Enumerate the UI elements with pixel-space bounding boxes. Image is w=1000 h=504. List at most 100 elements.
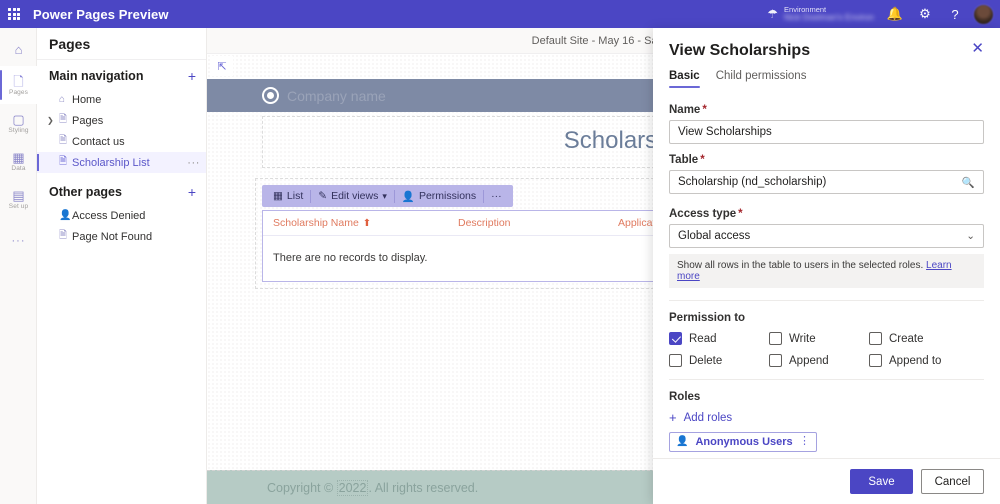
checkbox-write-label: Write bbox=[789, 333, 816, 345]
rail-item-more[interactable]: ··· bbox=[0, 224, 37, 258]
sidebar-item-access-denied[interactable]: 👤 Access Denied bbox=[37, 205, 206, 226]
checkbox-append-label: Append bbox=[789, 355, 829, 367]
sidebar-item-label: Home bbox=[72, 94, 101, 106]
chevron-down-icon[interactable]: ⌄ bbox=[966, 230, 975, 242]
sidebar-item-contact-us[interactable]: 🗎 Contact us bbox=[37, 131, 206, 152]
checkbox-create-box[interactable] bbox=[869, 332, 882, 345]
access-type-select[interactable]: Global access ⌄ bbox=[669, 224, 984, 248]
table-input-value: Scholarship (nd_scholarship) bbox=[678, 176, 826, 188]
expand-arrow-icon[interactable]: ⇱ bbox=[211, 56, 233, 76]
list-toolbar: ▦ List ✎ Edit views ▾ 👤 Permissions bbox=[262, 185, 513, 207]
name-label-text: Name bbox=[669, 104, 700, 116]
save-button[interactable]: Save bbox=[850, 469, 913, 494]
environment-selector[interactable]: ☂ Environment Nick Doelman's Environ bbox=[767, 6, 874, 23]
rail-item-styling[interactable]: ▢ Styling bbox=[0, 104, 37, 142]
sidebar-item-label: Access Denied bbox=[72, 210, 145, 222]
avatar[interactable] bbox=[973, 4, 994, 25]
table-field-label: Table* bbox=[669, 154, 984, 166]
add-roles-button[interactable]: + Add roles bbox=[669, 412, 732, 424]
column-header-description[interactable]: Description bbox=[458, 217, 618, 229]
sidebar-item-pages[interactable]: ❯ 🗎 Pages bbox=[37, 110, 206, 131]
page-missing-icon: 🗎 bbox=[59, 228, 72, 245]
side-panel-header: View Scholarships ✕ bbox=[653, 28, 1000, 60]
checkbox-append-box[interactable] bbox=[769, 354, 782, 367]
checkbox-delete-label: Delete bbox=[689, 355, 722, 367]
checkbox-delete-box[interactable] bbox=[669, 354, 682, 367]
permission-checkbox-grid: Read Write Create Delete Append bbox=[669, 332, 984, 367]
tab-basic[interactable]: Basic bbox=[669, 70, 700, 88]
company-name: Company name bbox=[287, 88, 386, 104]
rail-item-home[interactable]: ⌂ bbox=[0, 32, 37, 66]
tab-child-permissions[interactable]: Child permissions bbox=[716, 70, 807, 88]
add-other-page-button[interactable]: + bbox=[188, 186, 196, 198]
name-input[interactable]: View Scholarships bbox=[669, 120, 984, 144]
sidebar-item-label: Page Not Found bbox=[72, 231, 152, 243]
access-type-label-text: Access type bbox=[669, 208, 736, 220]
chevron-right-icon[interactable]: ❯ bbox=[47, 116, 54, 125]
other-pages-group-header: Other pages + bbox=[37, 173, 206, 205]
checkbox-create-label: Create bbox=[889, 333, 924, 345]
close-icon[interactable]: ✕ bbox=[971, 42, 984, 56]
home-icon: ⌂ bbox=[59, 94, 72, 105]
suite-bar-right: ☂ Environment Nick Doelman's Environ 🔔 ⚙… bbox=[767, 0, 1000, 28]
help-question-icon[interactable]: ? bbox=[940, 0, 970, 28]
checkbox-append-to-label: Append to bbox=[889, 355, 941, 367]
app-title: Power Pages Preview bbox=[33, 7, 169, 22]
checkbox-read[interactable]: Read bbox=[669, 332, 769, 345]
notifications-bell-icon[interactable]: 🔔 bbox=[880, 0, 910, 28]
footer-suffix: . All rights reserved. bbox=[368, 481, 478, 495]
checkbox-append-to[interactable]: Append to bbox=[869, 354, 984, 367]
sidebar-item-page-not-found[interactable]: 🗎 Page Not Found bbox=[37, 226, 206, 247]
pages-panel-title: Pages bbox=[37, 28, 206, 60]
section-divider bbox=[669, 379, 984, 380]
access-type-hint-text: Show all rows in the table to users in t… bbox=[677, 260, 923, 271]
pages-icon: 🗋 bbox=[13, 75, 23, 88]
waffle-grid-icon[interactable] bbox=[0, 0, 28, 28]
role-chip-anonymous-users[interactable]: 👤 Anonymous Users ⋮ bbox=[669, 432, 817, 452]
list-icon: ▦ bbox=[273, 190, 283, 202]
ellipsis-icon: ··· bbox=[12, 235, 26, 248]
search-icon[interactable]: 🔍 bbox=[962, 176, 975, 189]
permissions-button[interactable]: 👤 Permissions bbox=[395, 185, 483, 207]
access-type-field-label: Access type* bbox=[669, 208, 984, 220]
sidebar-item-overflow-icon[interactable]: ··· bbox=[187, 157, 200, 169]
side-panel: View Scholarships ✕ Basic Child permissi… bbox=[653, 28, 1000, 504]
plus-icon: + bbox=[669, 412, 677, 423]
table-lookup-input[interactable]: Scholarship (nd_scholarship) 🔍 bbox=[669, 170, 984, 194]
checkbox-append[interactable]: Append bbox=[769, 354, 869, 367]
rail-item-data[interactable]: ▦ Data bbox=[0, 142, 37, 180]
checkbox-append-to-box[interactable] bbox=[869, 354, 882, 367]
list-overflow-button[interactable]: ··· bbox=[484, 185, 509, 207]
setup-gear-icon: ▤ bbox=[12, 189, 24, 202]
column-header-scholarship-name[interactable]: Scholarship Name⬆ bbox=[273, 217, 458, 229]
roles-title: Roles bbox=[669, 391, 984, 403]
rail-item-pages[interactable]: 🗋 Pages bbox=[0, 66, 37, 104]
column-header-label: Scholarship Name bbox=[273, 217, 359, 229]
checkbox-write-box[interactable] bbox=[769, 332, 782, 345]
chevron-down-icon: ▾ bbox=[382, 191, 387, 202]
sidebar-item-scholarship-list[interactable]: 🗎 Scholarship List ··· bbox=[37, 152, 206, 173]
gear-icon[interactable]: ⚙ bbox=[910, 0, 940, 28]
main-navigation-group-header: Main navigation + bbox=[37, 60, 206, 89]
sidebar-item-home[interactable]: ⌂ Home bbox=[37, 89, 206, 110]
list-button[interactable]: ▦ List bbox=[266, 185, 310, 207]
role-overflow-icon[interactable]: ⋮ bbox=[799, 437, 810, 446]
checkbox-read-box[interactable] bbox=[669, 332, 682, 345]
pages-panel: Pages Main navigation + ⌂ Home ❯ 🗎 Pages… bbox=[37, 28, 207, 504]
side-panel-footer: Save Cancel bbox=[653, 458, 1000, 504]
app-root: Power Pages Preview ☂ Environment Nick D… bbox=[0, 0, 1000, 504]
checkbox-create[interactable]: Create bbox=[869, 332, 984, 345]
checkbox-write[interactable]: Write bbox=[769, 332, 869, 345]
footer-text: Copyright © 2022. All rights reserved. bbox=[267, 481, 478, 495]
cancel-button[interactable]: Cancel bbox=[921, 469, 984, 494]
edit-views-button[interactable]: ✎ Edit views ▾ bbox=[311, 185, 394, 207]
other-pages-title: Other pages bbox=[49, 185, 122, 199]
sidebar-item-label: Contact us bbox=[72, 136, 125, 148]
rail-item-setup[interactable]: ▤ Set up bbox=[0, 180, 37, 218]
ellipsis-icon: ··· bbox=[491, 190, 502, 202]
side-panel-title: View Scholarships bbox=[669, 42, 810, 60]
access-type-value: Global access bbox=[678, 230, 750, 242]
add-main-navigation-page-button[interactable]: + bbox=[188, 70, 196, 82]
checkbox-delete[interactable]: Delete bbox=[669, 354, 769, 367]
list-button-label: List bbox=[287, 190, 303, 202]
